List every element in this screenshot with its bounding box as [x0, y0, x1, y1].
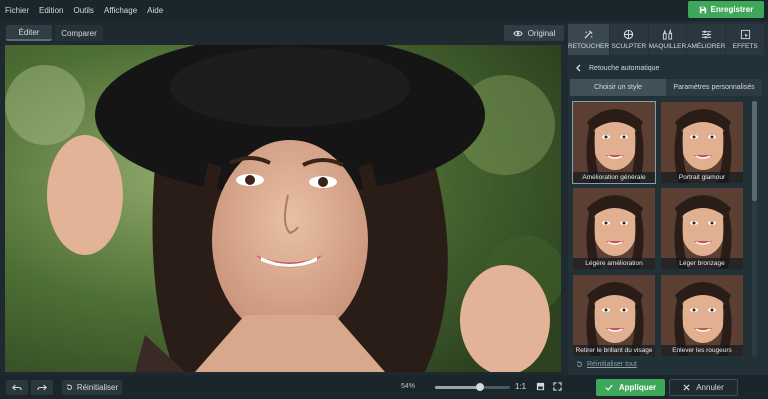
style-grid: Amélioration générale Portrait glamour L… — [572, 101, 748, 357]
subtab-choose-style[interactable]: Choisir un style — [570, 79, 666, 96]
style-thumb[interactable]: Amélioration générale — [572, 101, 656, 184]
subtab-custom-settings[interactable]: Paramètres personnalisés — [666, 79, 762, 96]
back-chevron-icon[interactable] — [575, 64, 581, 72]
apply-button[interactable]: Appliquer — [596, 379, 665, 396]
reset-label: Réinitialiser — [76, 383, 119, 392]
style-thumb[interactable]: Enlever les rougeurs — [660, 274, 744, 357]
menu-help[interactable]: Aide — [142, 6, 168, 15]
tab-enhance[interactable]: AMÉLIORER — [687, 24, 726, 55]
menu-file[interactable]: Fichier — [0, 6, 34, 15]
tab-effects[interactable]: EFFETS — [726, 24, 764, 55]
tab-compare[interactable]: Comparer — [55, 25, 103, 41]
sliders-icon — [701, 30, 711, 39]
close-icon — [683, 384, 690, 391]
tab-makeup-label: MAQUILLER — [648, 43, 687, 50]
zoom-slider-fill — [435, 386, 480, 389]
menu-bar: Fichier Edition Outils Affichage Aide — [0, 0, 768, 20]
reset-icon — [576, 361, 583, 367]
portrait-photo — [5, 45, 561, 372]
tool-tabs: RETOUCHER SCULPTER MAQUILLER AMÉLIORER E… — [568, 24, 764, 55]
zoom-percent: 54% — [401, 383, 416, 390]
undo-button[interactable] — [6, 380, 28, 395]
style-label: Enlever les rougeurs — [661, 344, 743, 356]
style-thumb[interactable]: Léger bronzage — [660, 187, 744, 270]
save-button[interactable]: Enregistrer — [688, 1, 764, 18]
check-icon — [605, 384, 613, 391]
makeup-icon — [662, 29, 672, 40]
menu-edit[interactable]: Edition — [34, 6, 68, 15]
style-thumb[interactable]: Légère amélioration — [572, 187, 656, 270]
tab-makeup[interactable]: MAQUILLER — [648, 24, 687, 55]
cancel-button[interactable]: Annuler — [669, 379, 738, 396]
style-label: Légère amélioration — [573, 258, 655, 270]
fit-screen-icon[interactable] — [536, 382, 545, 391]
tab-enhance-label: AMÉLIORER — [687, 43, 726, 50]
tab-retouch-label: RETOUCHER — [568, 43, 610, 50]
zoom-slider[interactable] — [435, 383, 510, 391]
zoom-slider-knob[interactable] — [476, 383, 484, 391]
menu-tools[interactable]: Outils — [68, 6, 98, 15]
reset-all-label: Réinitialiser tout — [587, 361, 637, 368]
style-label: Amélioration générale — [573, 172, 655, 183]
tab-sculpt-label: SCULPTER — [611, 43, 647, 50]
style-label: Portrait glamour — [661, 172, 743, 183]
effects-icon — [740, 29, 750, 40]
style-label: Retirer le brillant du visage — [573, 344, 655, 356]
original-button[interactable]: Original — [504, 25, 564, 41]
reset-icon — [66, 384, 72, 390]
undo-icon — [12, 384, 22, 391]
redo-icon — [37, 384, 47, 391]
save-icon — [699, 6, 706, 13]
tab-edit[interactable]: Éditer — [6, 25, 52, 41]
style-thumb[interactable]: Retirer le brillant du visage — [572, 274, 656, 357]
apply-label: Appliquer — [618, 383, 657, 392]
actual-size-button[interactable]: 1:1 — [515, 382, 526, 391]
section-header: Retouche automatique — [570, 60, 764, 76]
tab-effects-label: EFFETS — [732, 43, 758, 50]
scrollbar-thumb[interactable] — [752, 101, 757, 201]
redo-button[interactable] — [31, 380, 53, 395]
original-label: Original — [527, 28, 556, 38]
tab-sculpt[interactable]: SCULPTER — [610, 24, 648, 55]
photo-canvas[interactable] — [5, 45, 561, 372]
save-label: Enregistrer — [710, 5, 754, 14]
fullscreen-icon[interactable] — [553, 382, 562, 391]
style-label: Léger bronzage — [661, 258, 743, 270]
reset-all-link[interactable]: Réinitialiser tout — [576, 361, 637, 368]
retouch-icon — [584, 30, 593, 39]
style-scrollbar[interactable] — [752, 101, 757, 357]
eye-icon — [512, 30, 523, 36]
sculpt-icon — [624, 29, 634, 40]
menu-view[interactable]: Affichage — [99, 6, 142, 15]
cancel-label: Annuler — [696, 383, 724, 392]
tab-retouch[interactable]: RETOUCHER — [568, 24, 610, 55]
section-title: Retouche automatique — [589, 64, 660, 72]
style-subtabs: Choisir un style Paramètres personnalisé… — [570, 79, 762, 96]
style-thumb[interactable]: Portrait glamour — [660, 101, 744, 184]
reset-button[interactable]: Réinitialiser — [62, 380, 122, 395]
